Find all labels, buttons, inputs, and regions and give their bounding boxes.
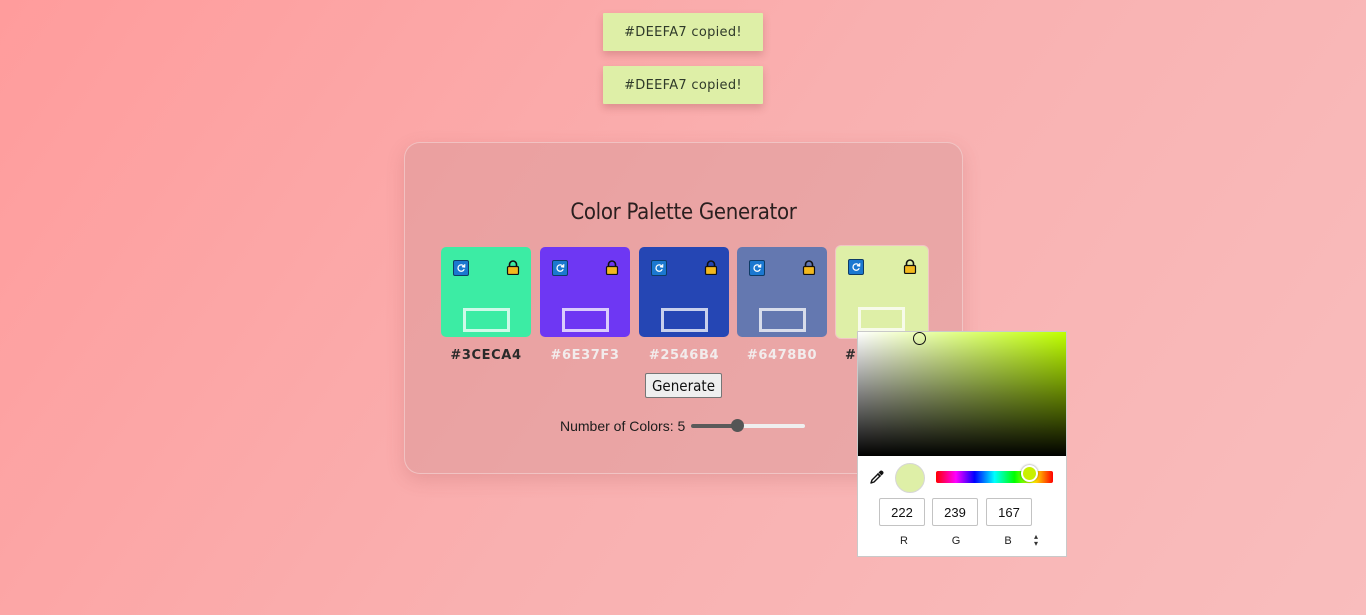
blue-label: B: [1004, 535, 1012, 547]
color-swatch[interactable]: [540, 247, 630, 337]
saturation-brightness-area[interactable]: [858, 332, 1066, 456]
refresh-icon[interactable]: [651, 260, 667, 276]
lock-icon[interactable]: [802, 260, 816, 275]
refresh-icon[interactable]: [552, 260, 568, 276]
copy-hex-button[interactable]: [858, 307, 905, 331]
chevron-up-down-icon[interactable]: ▴ ▾: [1031, 533, 1041, 548]
generate-button[interactable]: Generate: [645, 373, 722, 398]
refresh-icon[interactable]: [453, 260, 469, 276]
hex-label[interactable]: #6478B0: [737, 348, 827, 363]
green-field[interactable]: 239: [932, 498, 978, 526]
color-swatch[interactable]: [441, 247, 531, 337]
color-picker-popup: 222 239 167 R G B ▴ ▾: [857, 331, 1067, 557]
page-title: Color Palette Generator: [570, 200, 797, 225]
green-label: G: [951, 535, 961, 547]
color-swatch[interactable]: [836, 246, 928, 338]
red-label: R: [900, 535, 908, 547]
refresh-icon[interactable]: [848, 259, 864, 275]
color-swatch[interactable]: [737, 247, 827, 337]
blue-field[interactable]: 167: [986, 498, 1032, 526]
hex-label[interactable]: #6E37F3: [540, 348, 630, 363]
lock-icon[interactable]: [704, 260, 718, 275]
hue-slider-thumb[interactable]: [1021, 465, 1038, 482]
eyedropper-icon[interactable]: [869, 469, 885, 485]
slider-thumb[interactable]: [731, 419, 745, 432]
color-preview: [895, 463, 925, 493]
copied-toast: #DEEFA7 copied!: [603, 66, 763, 104]
copy-hex-button[interactable]: [661, 308, 708, 332]
refresh-icon[interactable]: [749, 260, 765, 276]
color-count-slider[interactable]: [691, 418, 806, 434]
hex-label[interactable]: #3CECA4: [441, 348, 531, 363]
color-count-label: Number of Colors: 5: [560, 418, 686, 434]
red-field[interactable]: 222: [879, 498, 925, 526]
lock-icon[interactable]: [506, 260, 520, 275]
copied-toast: #DEEFA7 copied!: [603, 13, 763, 51]
copy-hex-button[interactable]: [562, 308, 609, 332]
saturation-brightness-cursor[interactable]: [913, 332, 927, 346]
color-swatch[interactable]: [639, 247, 729, 337]
lock-icon[interactable]: [605, 260, 619, 275]
color-count-control: Number of Colors: 5: [560, 418, 806, 434]
copy-hex-button[interactable]: [463, 308, 510, 332]
hex-label[interactable]: #2546B4: [639, 348, 729, 363]
lock-icon[interactable]: [903, 259, 917, 274]
copy-hex-button[interactable]: [759, 308, 806, 332]
